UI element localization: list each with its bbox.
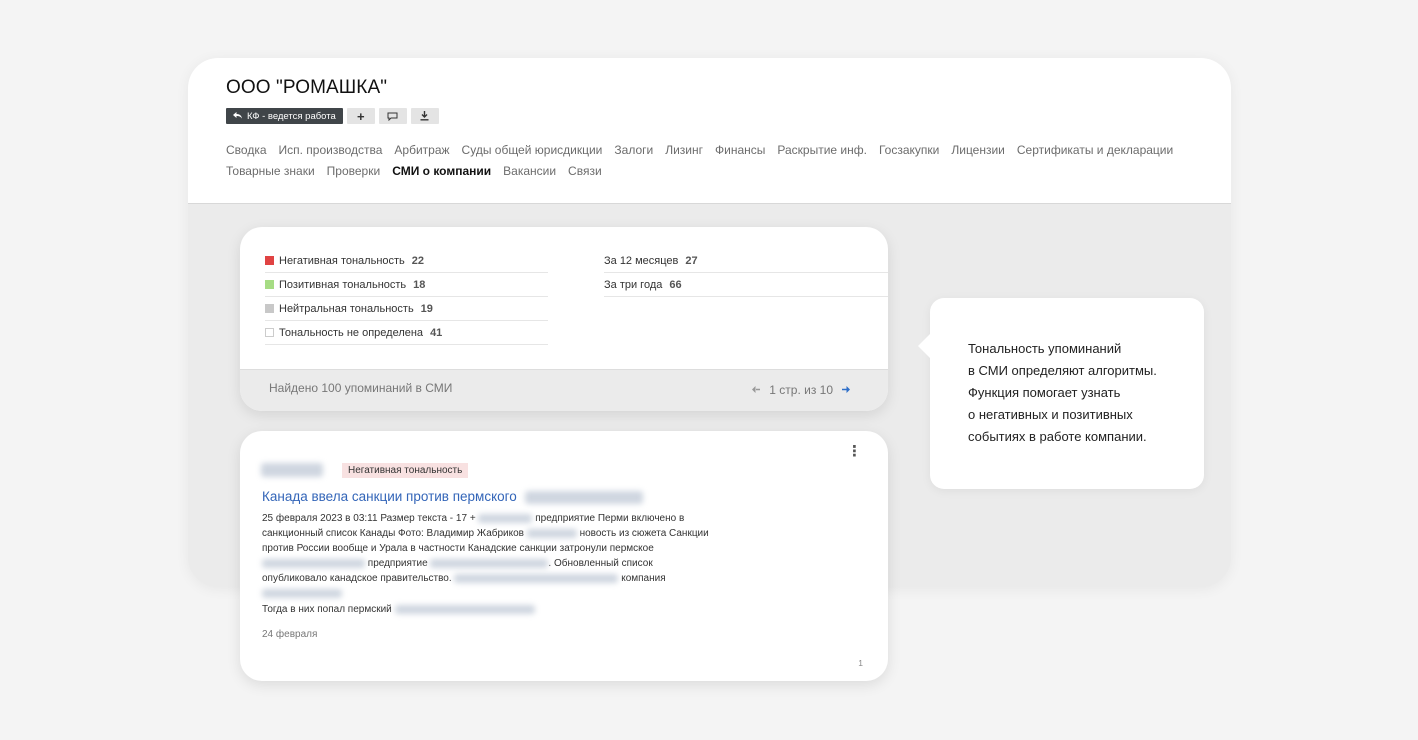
period-row[interactable]: За 12 месяцев 27 (604, 249, 888, 273)
blurred-text (430, 558, 549, 568)
snippet-text: опубликовало канадское правительство. (262, 573, 452, 584)
nav-tab[interactable]: Товарные знаки (226, 161, 315, 182)
news-title-text: Канада ввела санкции против пермского (262, 489, 517, 504)
nav-tab[interactable]: Финансы (715, 140, 765, 161)
tooltip-line: событиях в работе компании. (968, 429, 1147, 444)
plus-icon: + (357, 108, 365, 124)
comment-button[interactable] (378, 108, 407, 124)
nav-tab[interactable]: Вакансии (503, 161, 556, 182)
blurred-text (262, 588, 342, 598)
nav-tab[interactable]: Проверки (327, 161, 381, 182)
tonality-count: 41 (430, 326, 443, 339)
nav-tab[interactable]: Залоги (614, 140, 653, 161)
snippet-text: предприятие Перми включено в (535, 513, 685, 524)
reply-icon (233, 111, 242, 122)
period-count: 27 (685, 254, 698, 267)
news-item-card: Негативная тональность ⋮ Канада ввела са… (240, 431, 888, 681)
tonality-label: Тональность не определена (279, 326, 424, 339)
snippet-text: . Обновленный список (548, 558, 653, 569)
nav-tab[interactable]: Лизинг (665, 140, 703, 161)
stats-footer: Найдено 100 упоминаний в СМИ 1 стр. из 1… (240, 369, 888, 411)
download-icon (420, 111, 429, 121)
status-label: КФ - ведется работа (247, 110, 336, 122)
tooltip-line: в СМИ определяют алгоритмы. (968, 363, 1157, 378)
tooltip-line: о негативных и позитивных (968, 407, 1133, 422)
news-extra-line: Тогда в них попал пермский (262, 604, 535, 615)
company-title: ООО "РОМАШКА" (226, 77, 388, 98)
found-count-text: Найдено 100 упоминаний в СМИ (269, 381, 453, 395)
tonality-count: 18 (413, 278, 426, 291)
blurred-text (526, 528, 577, 538)
period-label: За три года (604, 278, 663, 291)
nav-tab[interactable]: Суды общей юрисдикции (462, 140, 603, 161)
period-list: За 12 месяцев 27 За три года 66 (604, 249, 888, 297)
tonality-row[interactable]: Негативная тональность 22 (265, 249, 548, 273)
snippet-text: предприятие (367, 558, 428, 569)
add-button[interactable]: + (346, 108, 375, 124)
source-logo-blurred (261, 463, 323, 477)
snippet-text: компания (621, 573, 666, 584)
blurred-text (454, 573, 619, 583)
tooltip-line: Тональность упоминаний (968, 341, 1122, 356)
nav-tab[interactable]: Госзакупки (879, 140, 939, 161)
status-button[interactable]: КФ - ведется работа (226, 108, 343, 124)
arrow-left-icon[interactable] (752, 384, 761, 396)
tonality-label: Негативная тональность (279, 254, 405, 267)
snippet-text: новость из сюжета Санкции (579, 528, 709, 539)
section-nav: Сводка Исп. производства Арбитраж Суды обще… (226, 140, 1186, 181)
snippet-text: против России вообще и Урала в частности… (262, 543, 654, 554)
blurred-text (524, 490, 643, 504)
info-tooltip: Тональность упоминаний в СМИ определяют а… (918, 298, 1204, 489)
nav-tab[interactable]: Лицензии (951, 140, 1005, 161)
tonality-swatch (265, 304, 274, 313)
tonality-label: Позитивная тональность (279, 278, 407, 291)
tonality-row[interactable]: Тональность не определена 41 (265, 321, 548, 345)
nav-tab[interactable]: Арбитраж (394, 140, 449, 161)
more-icon[interactable]: ⋮ (847, 444, 862, 459)
news-snippet: 25 февраля 2023 в 03:11 Размер текста - … (262, 511, 742, 601)
tooltip-line: Функция помогает узнать (968, 385, 1121, 400)
nav-tab[interactable]: Сводка (226, 140, 267, 161)
tonality-label: Нейтральная тональность (279, 302, 414, 315)
tonality-count: 22 (411, 254, 425, 267)
pagination: 1 стр. из 10 (752, 383, 850, 397)
blurred-text (262, 558, 365, 568)
company-header: ООО "РОМАШКА" КФ - ведется работа + Свод… (188, 58, 1231, 204)
arrow-right-icon[interactable] (842, 384, 850, 396)
tonality-swatch (265, 280, 274, 289)
tonality-row[interactable]: Нейтральная тональность 19 (265, 297, 548, 321)
tonality-list: Негативная тональность 22 Позитивная тонал… (265, 249, 548, 345)
period-row[interactable]: За три года 66 (604, 273, 888, 297)
page-indicator: 1 стр. из 10 (769, 383, 833, 397)
tonality-swatch (265, 328, 274, 337)
nav-tab[interactable]: Исп. производства (279, 140, 383, 161)
media-stats-card: Негативная тональность 22 Позитивная тонал… (240, 227, 888, 411)
nav-tab[interactable]: Раскрытие инф. (777, 140, 867, 161)
nav-tab[interactable]: Связи (568, 161, 602, 182)
nav-tab[interactable]: СМИ о компании (392, 161, 491, 182)
snippet-text: 25 февраля 2023 в 03:11 Размер текста - … (262, 513, 476, 524)
period-count: 66 (669, 278, 682, 291)
period-label: За 12 месяцев (604, 254, 679, 267)
download-button[interactable] (410, 108, 439, 124)
news-counter: 1 (858, 658, 863, 668)
tonality-badge: Негативная тональность (342, 463, 469, 478)
blurred-text (394, 604, 535, 614)
snippet-text: санкционный список Канады Фото: Владимир… (262, 528, 524, 539)
comment-icon (387, 112, 398, 121)
news-date: 24 февраля (262, 629, 318, 640)
snippet-text: Тогда в них попал пермский (262, 604, 392, 615)
tonality-count: 19 (420, 302, 433, 315)
blurred-text (478, 513, 533, 523)
tonality-row[interactable]: Позитивная тональность 18 (265, 273, 548, 297)
news-title[interactable]: Канада ввела санкции против пермского (262, 489, 643, 504)
tonality-swatch (265, 256, 274, 265)
nav-tab[interactable]: Сертификаты и декларации (1017, 140, 1173, 161)
company-toolbar: КФ - ведется работа + (226, 108, 439, 124)
